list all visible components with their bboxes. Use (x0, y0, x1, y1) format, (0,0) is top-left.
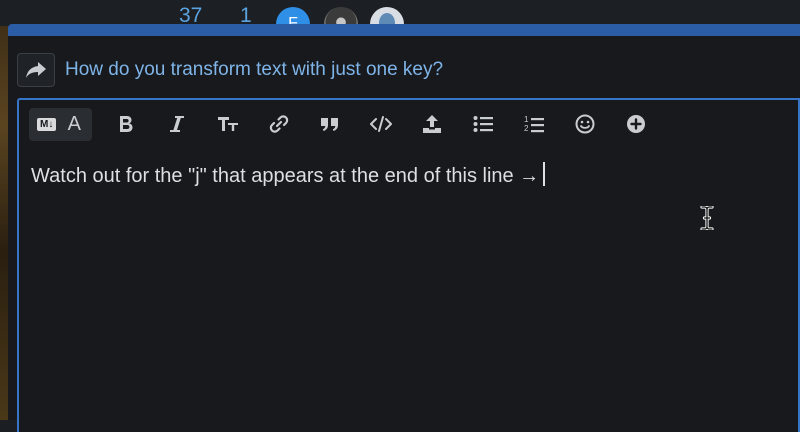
markdown-toggle[interactable]: M↓ A (29, 107, 93, 141)
smiley-icon (575, 114, 595, 134)
code-icon (369, 116, 392, 132)
emoji-button[interactable] (559, 107, 610, 141)
reply-composer: How do you transform text with just one … (8, 24, 800, 432)
reply-header: How do you transform text with just one … (17, 52, 787, 88)
numbered-list-button[interactable]: 1 2 (508, 107, 559, 141)
svg-text:2: 2 (524, 124, 529, 133)
svg-text:1: 1 (524, 115, 529, 124)
bullet-list-button[interactable] (457, 107, 508, 141)
topic-header-strip: 37 1 F (0, 0, 800, 41)
background-image-edge (0, 0, 8, 420)
quote-icon (320, 118, 338, 131)
rich-text-icon: A (67, 112, 82, 135)
bold-button[interactable] (100, 107, 151, 141)
markdown-icon: M↓ (37, 117, 57, 131)
editor-text[interactable]: Watch out for the "j" that appears at th… (31, 162, 545, 188)
reply-action-button[interactable] (17, 53, 55, 87)
text-cursor-icon (700, 206, 714, 230)
code-button[interactable] (355, 107, 406, 141)
editor-area[interactable]: M↓ A 1 2 Watch out for the "j" that appe… (17, 98, 800, 432)
quote-button[interactable] (304, 107, 355, 141)
bullet-list-icon (473, 116, 493, 132)
plus-circle-icon (626, 115, 645, 133)
editor-toolbar: M↓ A 1 2 (29, 107, 661, 141)
link-button[interactable] (253, 107, 304, 141)
bold-icon (119, 116, 133, 132)
text-size-icon (217, 117, 238, 131)
reply-topic-title[interactable]: How do you transform text with just one … (65, 59, 443, 81)
upload-button[interactable] (406, 107, 457, 141)
italic-button[interactable] (151, 107, 202, 141)
numbered-list-icon: 1 2 (524, 115, 544, 133)
editor-text-line: Watch out for the "j" that appears at th… (31, 165, 540, 187)
heading-button[interactable] (202, 107, 253, 141)
share-reply-icon (26, 62, 46, 78)
italic-icon (169, 116, 184, 132)
more-options-button[interactable] (610, 107, 661, 141)
upload-icon (422, 115, 441, 133)
link-icon (269, 115, 289, 133)
text-caret (543, 162, 545, 186)
